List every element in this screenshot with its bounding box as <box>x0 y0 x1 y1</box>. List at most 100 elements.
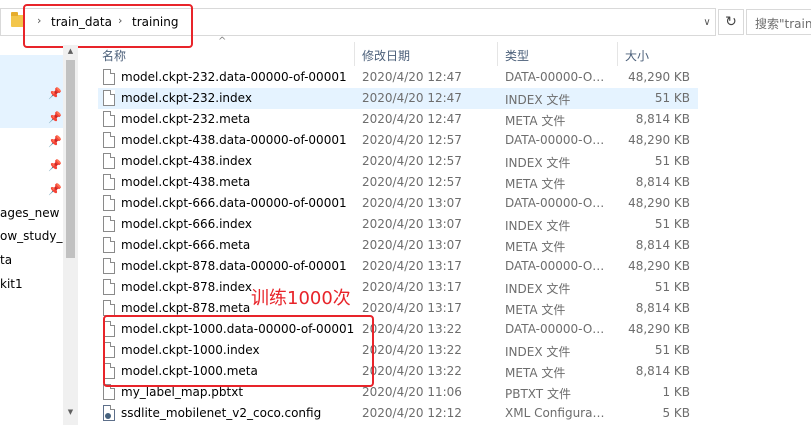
column-header-date[interactable]: 修改日期 <box>362 47 410 64</box>
file-size: 8,814 KB <box>635 301 690 315</box>
file-icon <box>103 153 115 169</box>
file-size: 8,814 KB <box>635 175 690 189</box>
file-icon <box>103 111 115 127</box>
pin-icon[interactable]: 📌 <box>48 183 62 196</box>
file-date: 2020/4/20 13:07 <box>362 196 462 210</box>
chevron-right-icon[interactable]: › <box>37 14 41 27</box>
file-icon <box>103 216 115 232</box>
file-date: 2020/4/20 13:07 <box>362 217 462 231</box>
file-date: 2020/4/20 13:17 <box>362 280 462 294</box>
file-type: INDEX 文件 <box>505 282 571 296</box>
file-type: META 文件 <box>505 114 566 128</box>
nav-item[interactable]: ages_new <box>0 206 59 220</box>
folder-icon <box>11 12 25 27</box>
file-row[interactable]: model.ckpt-1000.data-00000-of-00001 2020/… <box>98 319 698 340</box>
file-type: META 文件 <box>505 303 566 317</box>
file-row[interactable]: model.ckpt-666.index 2020/4/20 13:07 INDEX… <box>98 214 698 235</box>
pin-icon[interactable]: 📌 <box>48 111 62 124</box>
file-type: INDEX 文件 <box>505 156 571 170</box>
search-input[interactable]: 搜索"train <box>746 9 811 35</box>
file-name: model.ckpt-1000.index <box>121 343 260 357</box>
file-row[interactable]: model.ckpt-878.meta 2020/4/20 13:17 META 文… <box>98 298 698 319</box>
file-row[interactable]: model.ckpt-438.meta 2020/4/20 12:57 META 文… <box>98 172 698 193</box>
file-type: DATA-00000-OF... <box>505 322 608 336</box>
file-name: model.ckpt-232.data-00000-of-00001 <box>121 70 347 84</box>
file-date: 2020/4/20 13:22 <box>362 322 462 336</box>
file-date: 2020/4/20 12:47 <box>362 70 462 84</box>
file-row[interactable]: model.ckpt-878.index 2020/4/20 13:17 INDEX… <box>98 277 698 298</box>
nav-item[interactable]: ow_study_1 <box>0 229 70 243</box>
file-name: model.ckpt-232.index <box>121 91 252 105</box>
column-divider[interactable] <box>617 42 618 66</box>
file-type: INDEX 文件 <box>505 93 571 107</box>
file-type: INDEX 文件 <box>505 345 571 359</box>
file-size: 51 KB <box>654 91 690 105</box>
file-row[interactable]: model.ckpt-878.data-00000-of-00001 2020/4… <box>98 256 698 277</box>
file-icon <box>103 363 115 379</box>
file-icon <box>103 90 115 106</box>
column-header-size[interactable]: 大小 <box>625 47 649 64</box>
breadcrumb-training[interactable]: training <box>132 15 179 29</box>
file-name: model.ckpt-438.meta <box>121 175 251 189</box>
file-row[interactable]: my_label_map.pbtxt 2020/4/20 11:06 PBTXT 文… <box>98 382 698 403</box>
file-size: 48,290 KB <box>628 196 690 210</box>
file-date: 2020/4/20 13:22 <box>362 343 462 357</box>
file-row[interactable]: model.ckpt-232.meta 2020/4/20 12:47 META 文… <box>98 109 698 130</box>
file-date: 2020/4/20 13:22 <box>362 364 462 378</box>
annotation-label: 训练1000次 <box>251 288 351 309</box>
file-name: model.ckpt-232.meta <box>121 112 251 126</box>
chevron-down-icon[interactable]: ∨ <box>699 15 715 31</box>
file-row[interactable]: model.ckpt-1000.index 2020/4/20 13:22 INDE… <box>98 340 698 361</box>
scroll-down-icon[interactable]: ▼ <box>64 406 77 419</box>
file-name: model.ckpt-666.data-00000-of-00001 <box>121 196 347 210</box>
file-icon <box>103 258 115 274</box>
file-row[interactable]: model.ckpt-438.data-00000-of-00001 2020/4… <box>98 130 698 151</box>
file-name: model.ckpt-1000.meta <box>121 364 258 378</box>
file-type: META 文件 <box>505 366 566 380</box>
refresh-icon[interactable]: ↻ <box>718 9 744 35</box>
file-row[interactable]: model.ckpt-438.index 2020/4/20 12:57 INDEX… <box>98 151 698 172</box>
file-date: 2020/4/20 12:47 <box>362 91 462 105</box>
file-icon <box>103 237 115 253</box>
config-file-icon <box>103 405 115 421</box>
file-row[interactable]: ssdlite_mobilenet_v2_coco.config 2020/4/2… <box>98 403 698 424</box>
file-row[interactable]: model.ckpt-232.data-00000-of-00001 2020/4… <box>98 67 698 88</box>
file-icon <box>103 69 115 85</box>
nav-scrollbar-thumb[interactable] <box>66 60 75 258</box>
file-name: model.ckpt-666.index <box>121 217 252 231</box>
column-divider[interactable] <box>497 42 498 66</box>
file-size: 5 KB <box>662 406 690 420</box>
pin-icon[interactable]: 📌 <box>48 135 62 148</box>
file-date: 2020/4/20 12:57 <box>362 175 462 189</box>
file-name: my_label_map.pbtxt <box>121 385 244 399</box>
pin-icon[interactable]: 📌 <box>48 87 62 100</box>
file-type: DATA-00000-OF... <box>505 133 608 147</box>
file-type: META 文件 <box>505 177 566 191</box>
file-row[interactable]: model.ckpt-666.meta 2020/4/20 13:07 META 文… <box>98 235 698 256</box>
breadcrumb-train-data[interactable]: train_data <box>51 15 112 29</box>
nav-item[interactable]: ta <box>0 253 12 267</box>
file-date: 2020/4/20 12:12 <box>362 406 462 420</box>
file-row[interactable]: model.ckpt-1000.meta 2020/4/20 13:22 META … <box>98 361 698 382</box>
nav-item[interactable]: kit1 <box>0 277 23 291</box>
column-header-name[interactable]: 名称 <box>102 47 126 64</box>
file-size: 8,814 KB <box>635 112 690 126</box>
address-bar[interactable]: › train_data › training ∨ <box>0 8 716 36</box>
scroll-up-icon[interactable]: ▲ <box>64 45 77 58</box>
file-size: 51 KB <box>654 280 690 294</box>
file-type: DATA-00000-OF... <box>505 70 608 84</box>
file-size: 51 KB <box>654 154 690 168</box>
pin-icon[interactable]: 📌 <box>48 159 62 172</box>
file-name: ssdlite_mobilenet_v2_coco.config <box>121 406 322 420</box>
file-type: META 文件 <box>505 240 566 254</box>
file-type: PBTXT 文件 <box>505 387 571 401</box>
file-row[interactable]: model.ckpt-232.index 2020/4/20 12:47 INDEX… <box>98 88 698 109</box>
sort-up-icon: ^ <box>218 36 227 47</box>
file-size: 48,290 KB <box>628 133 690 147</box>
column-divider[interactable] <box>354 42 355 66</box>
file-date: 2020/4/20 13:17 <box>362 301 462 315</box>
chevron-right-icon[interactable]: › <box>118 14 122 27</box>
file-icon <box>103 384 115 400</box>
column-header-type[interactable]: 类型 <box>505 47 529 64</box>
file-row[interactable]: model.ckpt-666.data-00000-of-00001 2020/4… <box>98 193 698 214</box>
